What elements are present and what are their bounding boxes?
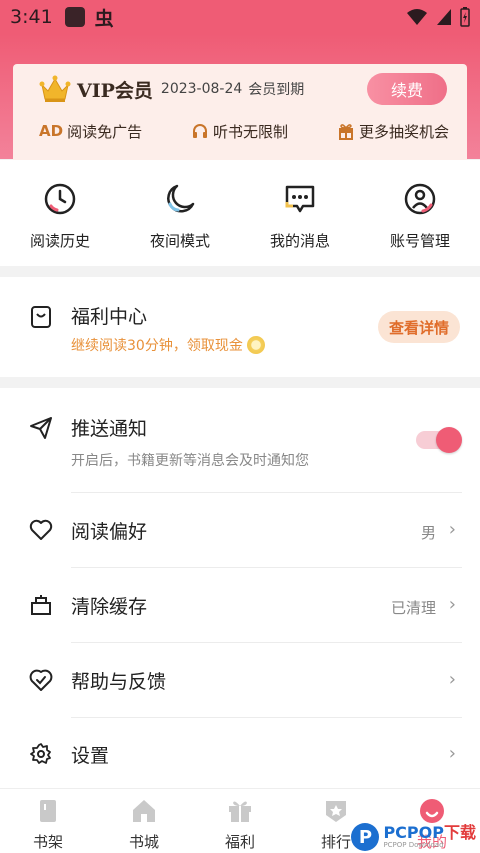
watermark-text-block: PCPOP下载 PCPOP Download	[383, 825, 476, 850]
quick-label: 我的消息	[269, 232, 330, 250]
perk-label: 阅读免广告	[67, 122, 143, 141]
quick-messages[interactable]: 我的消息	[240, 160, 360, 266]
row-label: 阅读偏好	[71, 521, 148, 543]
watermark-suffix: 下载	[443, 823, 476, 842]
toggle-knob	[436, 427, 462, 453]
battery-icon	[460, 7, 470, 27]
watermark-brand-row: PCPOP下载	[383, 825, 476, 841]
vip-expiry-text: 会员到期	[248, 82, 305, 98]
bookshelf-icon	[40, 800, 56, 822]
heart-icon	[29, 519, 53, 540]
bookstore-icon	[133, 800, 155, 822]
row-value: 已清理	[390, 599, 436, 617]
tab-label: 书城	[128, 833, 159, 851]
tab-bookshelf[interactable]: 书架	[0, 789, 96, 853]
settings-row[interactable]: 设置 ›	[0, 718, 480, 788]
welfare-center-card[interactable]: 福利中心 继续阅读30分钟，领取现金 查看详情	[0, 277, 480, 377]
perk-label: 更多抽奖机会	[358, 122, 449, 141]
vip-expiry-date: 2023-08-24	[160, 81, 243, 97]
gear-icon	[30, 743, 51, 764]
perk-lottery: 更多抽奖机会	[337, 121, 449, 142]
signal-icon	[437, 9, 451, 25]
tab-welfare[interactable]: 福利	[192, 789, 288, 853]
row-value: 男	[420, 524, 436, 542]
vip-card[interactable]: VIP会员 2023-08-24 会员到期 续费 AD 阅读免广告 听书无限制 …	[13, 64, 467, 160]
help-feedback-row[interactable]: 帮助与反馈 ›	[0, 643, 480, 717]
ad-icon: AD	[39, 122, 64, 140]
coin-icon	[246, 336, 265, 354]
welfare-subtitle-row: 继续阅读30分钟，领取现金	[71, 335, 265, 355]
watermark-brand: PCPOP	[383, 823, 444, 842]
row-label: 清除缓存	[71, 596, 148, 618]
reading-preference-row[interactable]: 阅读偏好 男 ›	[0, 493, 480, 567]
quick-reading-history[interactable]: 阅读历史	[0, 160, 120, 266]
welfare-subtitle: 继续阅读30分钟，领取现金	[71, 338, 243, 354]
view-details-button[interactable]: 查看详情	[378, 311, 460, 343]
chevron-right-icon: ›	[448, 669, 456, 690]
crown-icon	[39, 75, 71, 102]
clock-icon	[44, 183, 76, 215]
vip-title: VIP会员	[77, 79, 153, 102]
quick-actions: 阅读历史 夜间模式 我的消息 账号管理	[0, 160, 480, 266]
wifi-icon	[407, 9, 427, 25]
headphones-icon	[193, 124, 208, 138]
quick-account-management[interactable]: 账号管理	[360, 160, 480, 266]
welfare-icon	[229, 801, 251, 822]
chevron-right-icon: ›	[448, 743, 456, 764]
profile-icon	[420, 799, 444, 823]
watermark-logo-icon: P	[351, 823, 380, 851]
help-icon	[29, 669, 53, 691]
watermark-tagline: PCPOP Download	[383, 841, 444, 849]
renew-button[interactable]: 续费	[367, 73, 447, 105]
gift-icon	[338, 124, 353, 140]
clear-cache-icon	[31, 595, 51, 615]
chevron-right-icon: ›	[448, 519, 456, 540]
tab-label: 排行	[320, 833, 351, 851]
clear-cache-row[interactable]: 清除缓存 已清理 ›	[0, 568, 480, 642]
tab-label: 福利	[224, 833, 255, 851]
watermark: P PCPOP下载 PCPOP Download	[351, 823, 476, 851]
row-label: 帮助与反馈	[71, 671, 167, 693]
perk-label: 听书无限制	[213, 122, 289, 141]
tab-bookstore[interactable]: 书城	[96, 789, 192, 853]
status-time: 3:41	[10, 6, 53, 28]
row-label: 设置	[71, 745, 110, 767]
moon-icon	[167, 184, 195, 213]
quick-label: 阅读历史	[29, 232, 90, 250]
push-label: 推送通知	[71, 418, 148, 440]
quick-label: 账号管理	[389, 232, 450, 250]
quick-night-mode[interactable]: 夜间模式	[120, 160, 240, 266]
notification-app-icon	[64, 7, 85, 27]
perk-no-ads: AD 阅读免广告	[39, 121, 142, 142]
push-notification-row: 推送通知 开启后，书籍更新等消息会及时通知您	[0, 388, 480, 492]
perk-audiobook: 听书无限制	[191, 121, 288, 142]
welfare-title: 福利中心	[71, 306, 148, 328]
account-icon	[404, 183, 436, 215]
notification-bug-icon: 虫	[94, 7, 114, 30]
push-description: 开启后，书籍更新等消息会及时通知您	[71, 453, 309, 469]
chevron-right-icon: ›	[448, 594, 456, 615]
message-icon	[285, 185, 315, 213]
paper-plane-icon	[30, 417, 52, 439]
ranking-icon	[326, 801, 346, 822]
settings-list: 推送通知 开启后，书籍更新等消息会及时通知您 阅读偏好 男 › 清除缓存 已清理…	[0, 388, 480, 788]
tab-label: 书架	[32, 833, 63, 851]
welfare-bag-icon	[31, 306, 51, 328]
quick-label: 夜间模式	[149, 232, 210, 250]
status-bar: 3:41 虫	[0, 0, 480, 34]
push-toggle[interactable]	[416, 427, 462, 453]
